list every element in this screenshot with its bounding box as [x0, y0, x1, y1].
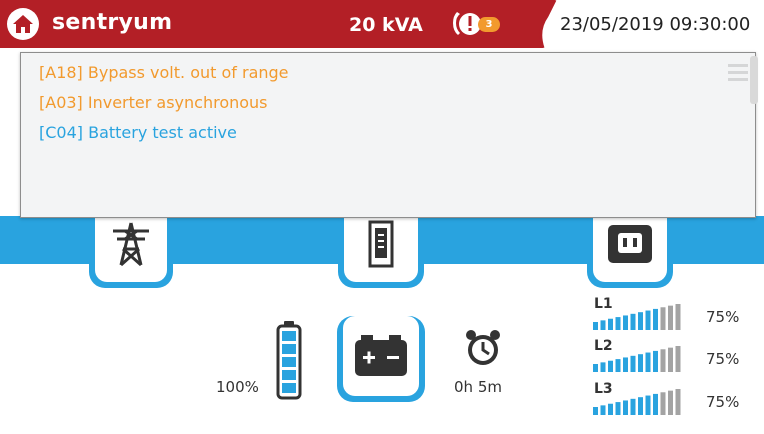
load-bar-segment: [623, 400, 628, 415]
load-bar-segment: [600, 362, 606, 372]
clock-icon: [466, 330, 500, 365]
load-percent: 75%: [706, 308, 740, 326]
phase-label: L2: [594, 338, 613, 354]
battery-cell: [282, 370, 296, 380]
power-rating: 20 kVA: [349, 14, 423, 36]
alarm-item[interactable]: [A03] Inverter asynchronous: [39, 93, 268, 112]
battery-cell: [282, 357, 296, 367]
load-bar-segment: [623, 357, 628, 372]
load-row-l2: L2 75%: [592, 338, 752, 374]
load-bar-segment: [638, 312, 643, 330]
load-bar-segment: [668, 390, 673, 415]
load-bar-segment: [608, 403, 613, 415]
load-bar-segment: [660, 392, 666, 415]
load-bar-segment: [608, 360, 613, 372]
pylon-icon: [113, 222, 149, 267]
battery-level-icon: [276, 321, 302, 400]
ups-cabinet-icon: [368, 220, 394, 268]
load-bar-segment: [660, 349, 666, 372]
load-bar-segment: [645, 310, 651, 330]
load-bar-segment: [660, 307, 666, 330]
menu-icon[interactable]: [728, 60, 748, 86]
bypass-input-tile[interactable]: [89, 206, 173, 288]
load-bar-segment: [653, 350, 658, 372]
load-bar-segment: [615, 402, 621, 415]
battery-cell: [282, 344, 296, 354]
brand-logo: sentryum: [52, 10, 173, 35]
load-bar-segment: [623, 315, 628, 330]
load-bar-segment: [675, 346, 681, 372]
home-icon: [13, 15, 33, 33]
load-bar-segment: [638, 354, 643, 372]
header-bar: sentryum 20 kVA 3 23/05/2019 09:30:00: [0, 0, 764, 48]
load-bar-segment: [645, 352, 651, 372]
load-bar-segment: [653, 308, 658, 330]
load-bar-segment: [615, 359, 621, 372]
load-bar-segment: [630, 398, 636, 415]
output-load-tile[interactable]: [587, 206, 673, 288]
load-bar-segment: [668, 305, 673, 330]
ups-tile[interactable]: [338, 206, 424, 288]
load-bar-segment: [600, 320, 606, 330]
load-percent: 75%: [706, 393, 740, 411]
load-bar-segment: [608, 318, 613, 330]
battery-charge-label: 100%: [216, 378, 259, 396]
load-percent: 75%: [706, 350, 740, 368]
load-bar-segment: [600, 405, 606, 415]
power-socket-icon: [608, 225, 652, 263]
phase-label: L3: [594, 381, 613, 397]
phase-label: L1: [594, 296, 613, 312]
load-row-l1: L1 75%: [592, 296, 752, 332]
load-bar-segment: [630, 313, 636, 330]
home-button[interactable]: [7, 8, 39, 40]
datetime-display: 23/05/2019 09:30:00: [560, 14, 751, 35]
alarm-item[interactable]: [C04] Battery test active: [39, 123, 237, 142]
battery-tile[interactable]: [337, 316, 425, 402]
alarm-list-popup[interactable]: [A18] Bypass volt. out of range [A03] In…: [20, 52, 756, 218]
alarm-count-badge[interactable]: 3: [478, 17, 500, 32]
load-row-l3: L3 75%: [592, 381, 752, 417]
battery-icon: [355, 335, 407, 376]
load-bar-segment: [653, 393, 658, 415]
load-bar-segment: [593, 407, 598, 415]
load-bar-segment: [615, 317, 621, 330]
load-bar-segment: [630, 355, 636, 372]
battery-autonomy-label: 0h 5m: [454, 378, 502, 396]
load-bar-segment: [593, 364, 598, 372]
load-bar-segment: [645, 395, 651, 415]
load-bar-segment: [675, 389, 681, 415]
load-bar-segment: [668, 347, 673, 372]
battery-cell: [282, 383, 296, 393]
battery-cell: [282, 331, 296, 341]
load-bar-segment: [675, 304, 681, 330]
load-bar-segment: [593, 322, 598, 330]
alarm-item[interactable]: [A18] Bypass volt. out of range: [39, 63, 289, 82]
load-bar-segment: [638, 397, 643, 415]
popup-scrollbar[interactable]: [750, 56, 758, 104]
